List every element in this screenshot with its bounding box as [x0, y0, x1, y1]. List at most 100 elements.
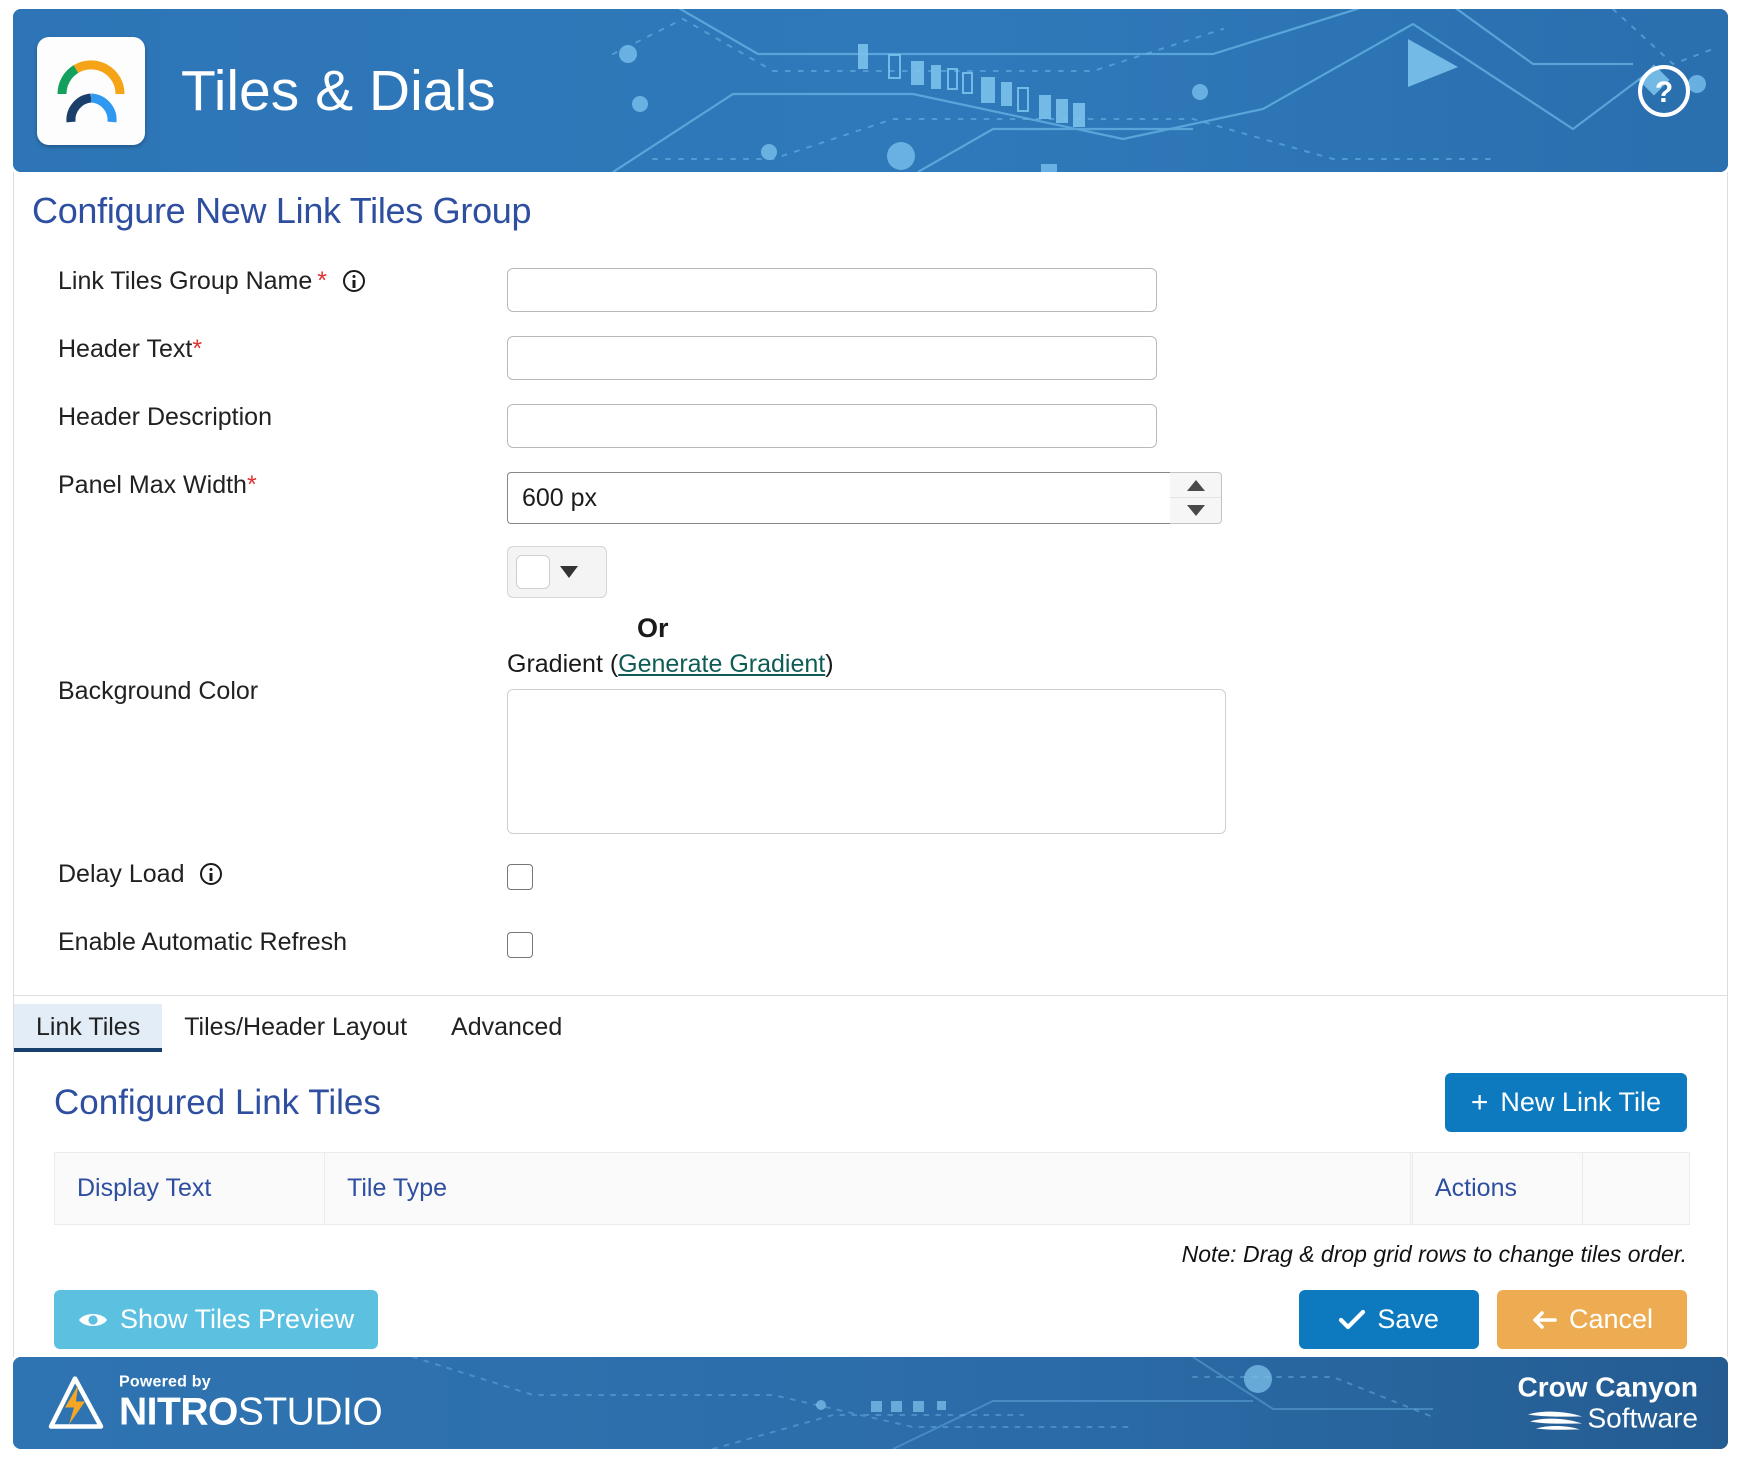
- column-actions: Actions: [1412, 1152, 1583, 1225]
- label-header-text-text: Header Text: [58, 335, 193, 363]
- label-header-description: Header Description: [58, 403, 272, 431]
- show-tiles-preview-button[interactable]: Show Tiles Preview: [54, 1290, 379, 1349]
- or-separator: Or: [637, 613, 669, 643]
- form-row-auto-refresh: Enable Automatic Refresh: [14, 928, 1727, 973]
- tabs-bar: Link Tiles Tiles/Header Layout Advanced: [14, 995, 1727, 1052]
- tiles-panel-title: Configured Link Tiles: [54, 1082, 381, 1122]
- label-panel-max-width-text: Panel Max Width: [58, 471, 247, 499]
- tiles-and-dials-page: Tiles & Dials ? Configure New Link Tiles…: [0, 0, 1741, 1457]
- field-background-color: Or Gradient (Generate Gradient): [507, 546, 1226, 839]
- gradient-label-suffix: ): [825, 650, 834, 678]
- tab-advanced[interactable]: Advanced: [429, 1004, 584, 1052]
- page-title: Tiles & Dials: [181, 58, 496, 123]
- crow-canyon-logo: Crow Canyon Software: [1518, 1373, 1699, 1434]
- gradient-label-prefix: Gradient (: [507, 650, 619, 678]
- label-auto-refresh: Enable Automatic Refresh: [58, 928, 348, 956]
- header-content: Tiles & Dials: [13, 9, 1728, 172]
- form-row-panel-max-width: Panel Max Width*: [14, 471, 1727, 524]
- form-row-header-text: Header Text*: [14, 335, 1727, 386]
- delay-load-checkbox[interactable]: [507, 864, 533, 890]
- column-tile-type[interactable]: Tile Type: [324, 1152, 1411, 1225]
- check-icon: [1339, 1309, 1366, 1329]
- form-row-header-description: Header Description: [14, 403, 1727, 454]
- label-panel-max-width: Panel Max Width*: [14, 471, 507, 500]
- lightning-bolt-icon: [48, 1376, 104, 1429]
- panel-max-width-stepper: [1170, 472, 1222, 524]
- svg-text:?: ?: [1655, 76, 1673, 109]
- field-header-text: [507, 336, 1157, 380]
- column-display-text[interactable]: Display Text: [54, 1152, 325, 1225]
- tab-tiles-header-layout[interactable]: Tiles/Header Layout: [162, 1004, 429, 1052]
- stepper-down-button[interactable]: [1170, 498, 1221, 523]
- column-trailing: [1582, 1152, 1690, 1225]
- background-color-picker[interactable]: [507, 546, 607, 598]
- configuration-form: Link Tiles Group Name * Header Text* Head…: [14, 232, 1727, 973]
- field-group-name: [507, 268, 1157, 312]
- label-delay-load-text: Delay Load: [58, 860, 185, 888]
- group-name-input[interactable]: [507, 268, 1157, 312]
- color-swatch: [516, 555, 550, 589]
- studio-light-text: STUDIO: [237, 1390, 383, 1434]
- chevron-down-icon: [560, 566, 578, 578]
- app-header: Tiles & Dials ?: [13, 9, 1728, 172]
- help-icon[interactable]: ?: [1636, 63, 1692, 119]
- save-label: Save: [1377, 1304, 1439, 1334]
- tab-list: Link Tiles Tiles/Header Layout Advanced: [14, 1004, 584, 1052]
- nitro-studio-logo: Powered by NITROSTUDIO: [47, 1373, 383, 1434]
- new-link-tile-label: New Link Tile: [1500, 1087, 1661, 1117]
- header-description-input[interactable]: [507, 404, 1157, 448]
- gradient-label: Gradient (Generate Gradient): [507, 650, 1226, 679]
- wave-icon: [1527, 1411, 1582, 1430]
- gradient-textarea[interactable]: [507, 689, 1226, 834]
- plus-icon: +: [1470, 1085, 1489, 1119]
- generate-gradient-link[interactable]: Generate Gradient: [618, 650, 825, 678]
- crow-canyon-line2: Software: [1518, 1402, 1699, 1434]
- nitro-studio-text: NITROSTUDIO: [119, 1390, 383, 1434]
- form-row-delay-load: Delay Load: [14, 860, 1727, 905]
- nitro-bold-text: NITRO: [119, 1390, 238, 1434]
- cancel-label: Cancel: [1568, 1304, 1653, 1334]
- eye-icon: [79, 1313, 107, 1326]
- header-text-input[interactable]: [507, 336, 1157, 380]
- form-row-group-name: Link Tiles Group Name *: [14, 267, 1727, 318]
- configured-link-tiles-panel: Configured Link Tiles + New Link Tile Di…: [14, 1051, 1727, 1349]
- link-tiles-grid: Display Text Tile Type Actions: [54, 1152, 1690, 1225]
- triangle-up-icon: [1186, 479, 1205, 491]
- cancel-button[interactable]: Cancel: [1496, 1290, 1687, 1349]
- label-group-name-text: Link Tiles Group Name: [58, 267, 313, 295]
- section-title: Configure New Link Tiles Group: [32, 190, 532, 231]
- field-header-description: [507, 404, 1157, 448]
- field-auto-refresh: [507, 929, 533, 958]
- gauge-dial-icon: [57, 59, 125, 122]
- main-content: Configure New Link Tiles Group Link Tile…: [13, 172, 1728, 1357]
- required-asterisk: *: [192, 335, 203, 363]
- field-panel-max-width: [507, 472, 1222, 524]
- primary-action-buttons: Save Cancel: [1299, 1290, 1687, 1349]
- stepper-up-button[interactable]: [1170, 473, 1221, 498]
- field-delay-load: [507, 861, 533, 890]
- arrow-left-icon: [1533, 1310, 1557, 1329]
- label-background-color-text: Background Color: [58, 677, 259, 705]
- software-text: Software: [1587, 1402, 1699, 1434]
- footer-content: Powered by NITROSTUDIO Crow Canyon Softw…: [13, 1357, 1728, 1449]
- tab-link-tiles[interactable]: Link Tiles: [14, 1004, 163, 1052]
- powered-by-label: Powered by: [119, 1373, 211, 1391]
- form-row-background-color: Background Color Or Gradient (Generate G…: [14, 546, 1727, 839]
- auto-refresh-checkbox[interactable]: [507, 932, 533, 958]
- grid-note: Note: Drag & drop grid rows to change ti…: [1181, 1241, 1687, 1267]
- panel-max-width-input[interactable]: [507, 472, 1170, 524]
- required-asterisk: *: [246, 471, 257, 499]
- action-buttons-row: Show Tiles Preview Save Cancel: [54, 1290, 1687, 1349]
- triangle-down-icon: [1186, 505, 1205, 516]
- tiles-panel-header: Configured Link Tiles + New Link Tile: [54, 1073, 1687, 1132]
- info-icon-group-name[interactable]: [342, 270, 365, 292]
- new-link-tile-button[interactable]: + New Link Tile: [1444, 1073, 1687, 1132]
- show-tiles-preview-label: Show Tiles Preview: [120, 1304, 355, 1334]
- label-background-color: Background Color: [14, 546, 507, 706]
- info-icon-delay-load[interactable]: [200, 863, 223, 885]
- label-header-text: Header Text*: [14, 335, 507, 364]
- nitro-wordmark: Powered by NITROSTUDIO: [119, 1373, 383, 1434]
- required-asterisk: *: [317, 267, 328, 295]
- grid-header-row: Display Text Tile Type Actions: [54, 1152, 1690, 1225]
- save-button[interactable]: Save: [1299, 1290, 1479, 1349]
